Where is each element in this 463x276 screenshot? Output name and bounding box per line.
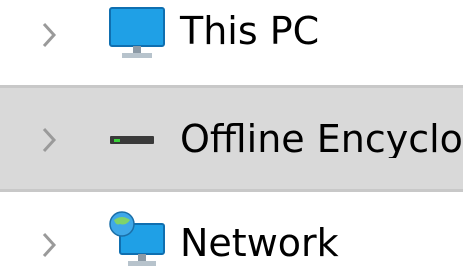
tree-item-offline-encyclopedia[interactable]: Offline Encyclop <box>0 85 463 192</box>
tree-item-network[interactable]: Network <box>0 198 463 276</box>
navigation-tree: This PC Offline Encyclop Network <box>0 0 463 276</box>
monitor-icon <box>109 7 165 58</box>
chevron-right-icon[interactable] <box>40 20 58 50</box>
tree-item-label: Offline Encyclop <box>180 120 463 158</box>
tree-item-this-pc[interactable]: This PC <box>0 0 463 80</box>
chevron-right-icon[interactable] <box>40 125 58 155</box>
tree-item-label: Network <box>180 221 339 265</box>
drive-icon <box>110 136 154 144</box>
network-icon <box>109 211 165 266</box>
tree-item-label: This PC <box>180 9 320 53</box>
chevron-right-icon[interactable] <box>40 230 58 260</box>
